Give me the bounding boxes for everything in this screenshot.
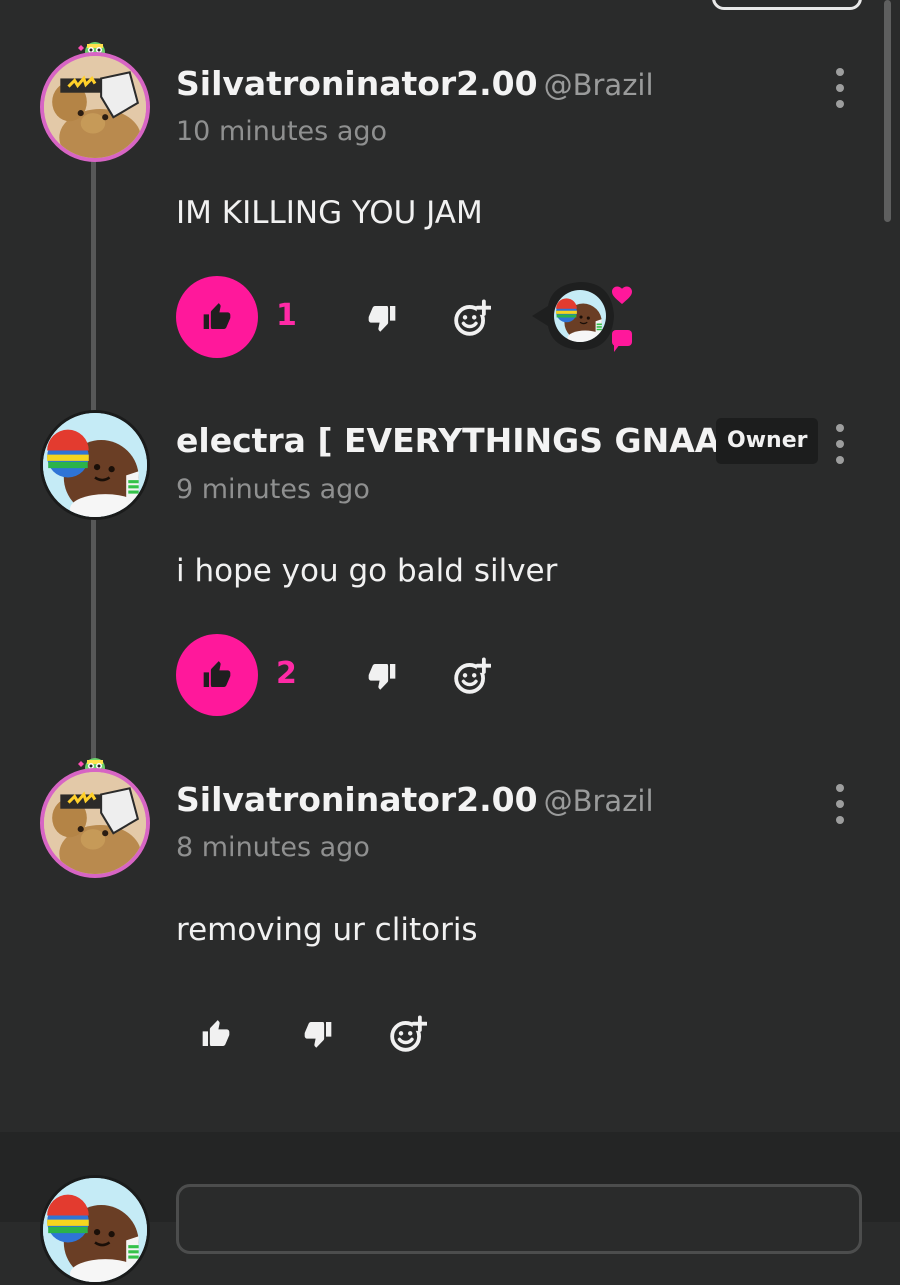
comment-timestamp: 10 minutes ago <box>176 116 388 147</box>
comment-author[interactable]: electra [ EVERYTHINGS GNAA... <box>176 421 759 460</box>
comment-text: removing ur clitoris <box>176 912 478 948</box>
username[interactable]: electra [ EVERYTHINGS GNAA... <box>176 421 759 460</box>
like-button[interactable] <box>196 1014 236 1054</box>
filter-button[interactable] <box>712 0 862 10</box>
add-reaction-button[interactable] <box>452 656 492 696</box>
thread-line <box>91 160 96 412</box>
dislike-button[interactable] <box>298 1014 338 1054</box>
creator-heart-avatar <box>532 282 632 352</box>
more-options-button[interactable] <box>826 424 854 464</box>
add-reaction-icon <box>389 1015 427 1053</box>
add-reaction-icon <box>453 657 491 695</box>
thumbs-down-icon <box>302 1018 334 1050</box>
thumbs-up-icon <box>201 659 233 691</box>
owner-badge: Owner <box>716 418 819 464</box>
avatar[interactable] <box>40 768 150 878</box>
thumbs-down-icon <box>366 302 398 334</box>
comment-timestamp: 8 minutes ago <box>176 832 370 863</box>
avatar[interactable] <box>40 410 150 520</box>
heart-icon <box>612 287 632 305</box>
reply-input[interactable] <box>176 1184 862 1254</box>
thumbs-up-icon <box>201 301 233 333</box>
comment-text: IM KILLING YOU JAM <box>176 195 483 231</box>
thumbs-up-icon <box>200 1018 232 1050</box>
dislike-button[interactable] <box>362 298 402 338</box>
user-handle[interactable]: @Brazil <box>544 68 654 102</box>
more-options-button[interactable] <box>826 784 854 824</box>
add-reaction-button[interactable] <box>388 1014 428 1054</box>
like-count: 2 <box>276 656 297 691</box>
add-reaction-button[interactable] <box>452 298 492 338</box>
dislike-button[interactable] <box>362 656 402 696</box>
scrollbar[interactable] <box>884 0 891 222</box>
comment-author[interactable]: Silvatroninator2.00 @Brazil <box>176 64 654 103</box>
thread-line <box>91 518 96 766</box>
comment-author[interactable]: Silvatroninator2.00 @Brazil <box>176 780 654 819</box>
like-count: 1 <box>276 298 297 333</box>
add-reaction-icon <box>453 299 491 337</box>
like-button[interactable] <box>176 634 258 716</box>
username[interactable]: Silvatroninator2.00 <box>176 64 538 103</box>
like-button[interactable] <box>176 276 258 358</box>
comment-text: i hope you go bald silver <box>176 553 558 589</box>
username[interactable]: Silvatroninator2.00 <box>176 780 538 819</box>
user-handle[interactable]: @Brazil <box>544 784 654 818</box>
creator-reaction[interactable] <box>530 278 634 354</box>
thumbs-down-icon <box>366 660 398 692</box>
current-user-avatar <box>40 1175 150 1285</box>
avatar[interactable] <box>40 52 150 162</box>
reply-bubble-icon <box>612 330 632 346</box>
more-options-button[interactable] <box>826 68 854 108</box>
comment-timestamp: 9 minutes ago <box>176 474 370 505</box>
